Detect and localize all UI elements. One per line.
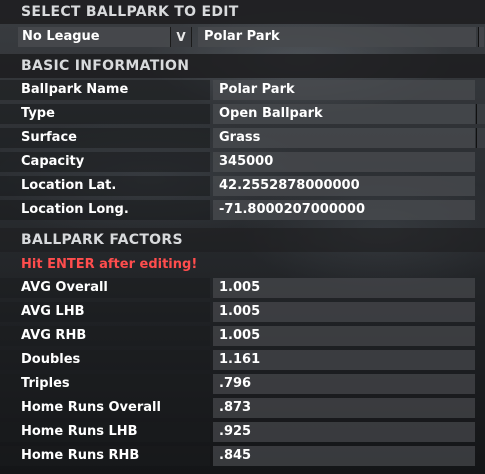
location-lat-input[interactable]: 42.2552878000000: [213, 176, 475, 196]
type-dropdown-toggle[interactable]: [476, 104, 485, 124]
field-label: Location Lat.: [0, 176, 210, 196]
home-runs-rhb-input[interactable]: .845: [213, 446, 475, 466]
field-label: Ballpark Name: [0, 80, 210, 100]
ballpark-factors-title: BALLPARK FACTORS: [21, 232, 183, 248]
factor-row-home-runs-rhb: Home Runs RHB .845: [0, 446, 485, 466]
field-row-ballpark-name: Ballpark Name Polar Park: [0, 80, 485, 100]
ballpark-dropdown-value: Polar Park: [204, 29, 280, 44]
field-row-location-lat: Location Lat. 42.2552878000000: [0, 176, 485, 196]
surface-dropdown[interactable]: Grass: [213, 128, 475, 148]
field-row-surface: Surface Grass: [0, 128, 485, 148]
edit-warning-text: Hit ENTER after editing!: [21, 257, 198, 272]
field-label: AVG RHB: [0, 326, 210, 346]
basic-information-header: BASIC INFORMATION: [0, 54, 485, 78]
capacity-input[interactable]: 345000: [213, 152, 475, 172]
doubles-input[interactable]: 1.161: [213, 350, 475, 370]
factor-row-home-runs-overall: Home Runs Overall .873: [0, 398, 485, 418]
field-row-location-long: Location Long. -71.8000207000000: [0, 200, 485, 220]
avg-overall-input[interactable]: 1.005: [213, 278, 475, 298]
field-row-capacity: Capacity 345000: [0, 152, 485, 172]
factor-row-triples: Triples .796: [0, 374, 485, 394]
league-dropdown[interactable]: No League: [18, 27, 170, 47]
ballpark-selector-row: No League V Polar Park: [0, 27, 485, 47]
select-ballpark-header: SELECT BALLPARK TO EDIT: [0, 0, 485, 24]
triples-input[interactable]: .796: [213, 374, 475, 394]
ballpark-name-input[interactable]: Polar Park: [213, 80, 475, 100]
league-dropdown-toggle[interactable]: V: [170, 27, 192, 47]
factor-row-avg-rhb: AVG RHB 1.005: [0, 326, 485, 346]
type-dropdown[interactable]: Open Ballpark: [213, 104, 475, 124]
avg-rhb-input[interactable]: 1.005: [213, 326, 475, 346]
chevron-down-icon: V: [176, 30, 186, 44]
field-label: Home Runs Overall: [0, 398, 210, 418]
factor-row-home-runs-lhb: Home Runs LHB .925: [0, 422, 485, 442]
league-dropdown-value: No League: [22, 29, 100, 44]
basic-information-title: BASIC INFORMATION: [21, 58, 190, 74]
home-runs-overall-input[interactable]: .873: [213, 398, 475, 418]
field-label: Type: [0, 104, 210, 124]
field-row-type: Type Open Ballpark: [0, 104, 485, 124]
field-label: Location Long.: [0, 200, 210, 220]
field-label: Home Runs RHB: [0, 446, 210, 466]
location-long-input[interactable]: -71.8000207000000: [213, 200, 475, 220]
home-runs-lhb-input[interactable]: .925: [213, 422, 475, 442]
select-ballpark-title: SELECT BALLPARK TO EDIT: [21, 4, 239, 20]
ballpark-factors-header: BALLPARK FACTORS: [0, 228, 485, 252]
field-label: Surface: [0, 128, 210, 148]
field-label: Capacity: [0, 152, 210, 172]
field-label: Doubles: [0, 350, 210, 370]
factor-row-doubles: Doubles 1.161: [0, 350, 485, 370]
field-label: AVG Overall: [0, 278, 210, 298]
ballpark-dropdown[interactable]: Polar Park: [198, 27, 476, 47]
field-label: Triples: [0, 374, 210, 394]
avg-lhb-input[interactable]: 1.005: [213, 302, 475, 322]
field-label: AVG LHB: [0, 302, 210, 322]
factor-row-avg-lhb: AVG LHB 1.005: [0, 302, 485, 322]
ballpark-dropdown-toggle[interactable]: [478, 27, 484, 47]
field-label: Home Runs LHB: [0, 422, 210, 442]
factor-row-avg-overall: AVG Overall 1.005: [0, 278, 485, 298]
surface-dropdown-toggle[interactable]: [476, 128, 485, 148]
